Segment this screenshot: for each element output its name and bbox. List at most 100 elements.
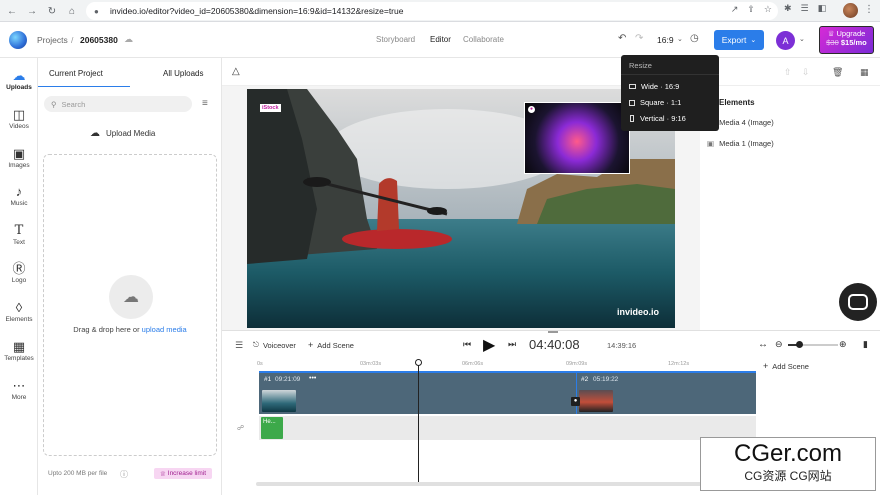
skip-forward-icon[interactable]: ⏭ [508,339,516,350]
drop-zone[interactable]: ☁ Drag & drop here or upload media [43,154,217,456]
plus-icon: + [763,361,769,371]
playhead-handle[interactable] [415,359,422,366]
scene-menu-icon[interactable]: ••• [309,375,316,382]
star-icon[interactable]: ☆ [764,4,772,15]
rail-item-more[interactable]: ⋯ More [0,378,38,401]
redo-icon[interactable]: ↷ [635,33,643,44]
history-icon[interactable]: ◷ [690,33,699,44]
skip-back-icon[interactable]: ⏮ [463,339,471,350]
tab-current-project[interactable]: Current Project [49,69,103,78]
share-icon[interactable]: ⇪ [747,4,755,15]
rail-item-logo[interactable]: Ⓡ Logo [0,261,38,284]
move-up-icon[interactable]: ⇧ [784,67,792,78]
search-icon: ⚲ [51,99,57,109]
upload-media-button[interactable]: ☁ Upload Media [90,128,155,139]
undo-icon[interactable]: ↶ [618,33,626,44]
chat-support-button[interactable] [839,283,877,321]
audio-clip-label: He... [263,419,276,425]
wide-rect-icon [629,84,636,89]
extensions-icon[interactable]: ✱ [784,3,792,14]
abstract-overlay-image[interactable]: ● [524,102,630,174]
rail-item-images[interactable]: ▣ Images [0,146,38,169]
scene-duration: 09:21:09 [275,376,301,383]
elements-icon: ◊ [15,300,23,315]
tab-editor[interactable]: Editor [430,35,451,44]
audio-clip[interactable]: He... [261,417,283,439]
reading-list-icon[interactable]: ☰ [801,3,809,14]
search-input[interactable]: ⚲ Search [44,96,192,112]
rail-item-text[interactable]: T Text [0,223,38,246]
project-id[interactable]: 20605380 [80,35,118,45]
increase-limit-label: Increase limit [167,470,207,477]
voiceover-button[interactable]: ⎋ Voiceover [253,340,296,350]
delete-icon[interactable]: 🗑 [832,67,843,78]
video-canvas[interactable]: iStock ● invideo.io [247,89,675,328]
sidebar-icon[interactable]: ◧ [818,3,827,14]
resize-option-vertical[interactable]: Vertical · 9:16 [629,114,686,123]
breadcrumb-projects[interactable]: Projects [37,35,68,45]
scene-thumbnail [262,390,296,412]
rail-item-templates[interactable]: ▦ Templates [0,339,38,362]
info-icon[interactable]: ⓘ [120,469,128,480]
url-text: invideo.io/editor?video_id=20605380&dime… [110,6,404,16]
transition-icon[interactable]: ● [571,397,580,406]
timeline-toggle-icon[interactable]: ☰ [235,340,243,351]
rail-item-uploads[interactable]: ☁ Uploads [0,68,38,91]
browser-menu-icon[interactable]: ⋮ [864,4,874,15]
profile-avatar[interactable] [843,3,858,18]
upload-media-link[interactable]: upload media [142,325,187,334]
forward-icon[interactable]: → [24,3,40,19]
fit-width-icon[interactable]: ↔ [758,339,768,350]
aspect-ratio-selector[interactable]: 16:9 [657,35,674,45]
back-icon[interactable]: ← [4,3,20,19]
active-tab-underline [38,86,130,87]
zoom-slider-handle[interactable] [796,341,803,348]
resize-handle[interactable] [548,331,558,333]
tab-collaborate[interactable]: Collaborate [463,35,504,44]
cloud-upload-icon: ☁ [90,128,100,139]
resize-option-wide[interactable]: Wide · 16:9 [629,82,679,91]
invideo-watermark: invideo.io [617,307,660,317]
waveform-icon[interactable]: ▮ [863,339,868,350]
resize-option-square[interactable]: Square · 1:1 [629,98,681,107]
element-item[interactable]: ▣ Media 1 (Image) [707,139,774,148]
upgrade-button[interactable]: ♕ Upgrade $30 $15/mo [819,26,874,54]
move-down-icon[interactable]: ⇩ [802,67,810,78]
user-avatar[interactable]: A [776,31,795,50]
watermark-line-1: CGer.com [733,440,843,467]
zoom-out-icon[interactable]: ⊖ [775,339,783,350]
drop-instructions: Drag & drop here or upload media [73,325,187,334]
timeline-controls: ☰ ⎋ Voiceover + Add Scene ⏮ ▶ ⏭ 04:40:08… [222,330,880,358]
rail-item-videos[interactable]: ◫ Videos [0,107,38,130]
link-icon[interactable]: ☍ [237,424,244,432]
search-placeholder: Search [61,99,86,109]
reload-icon[interactable]: ↻ [44,3,60,19]
export-button[interactable]: Export ⌄ [714,30,764,50]
play-icon[interactable]: ▶ [483,335,495,355]
grid-icon[interactable]: ▦ [860,67,869,78]
scene-thumbnail [579,390,613,412]
open-external-icon[interactable]: ↗ [731,4,739,15]
timeline-ruler: 0s 03m:03s 06m:06s 09m:09s 12m:12s [257,361,690,367]
paint-bucket-icon[interactable]: △ [232,66,240,77]
invideo-logo[interactable] [9,31,27,49]
scene-clip-2[interactable]: #2 05:19:22 [577,373,756,414]
add-scene-end-button[interactable]: + Add Scene [763,361,809,371]
text-icon: T [14,223,24,238]
rail-item-elements[interactable]: ◊ Elements [0,300,38,323]
address-bar[interactable]: ● invideo.io/editor?video_id=20605380&di… [86,2,778,20]
zoom-slider[interactable] [788,341,838,348]
crown-icon: ♕ [827,29,835,38]
video-icon: ◫ [12,107,26,122]
current-time: 04:40:08 [529,337,580,352]
tab-all-uploads[interactable]: All Uploads [163,69,203,78]
home-icon[interactable]: ⌂ [64,3,80,19]
increase-limit-button[interactable]: ♕ Increase limit [154,468,212,479]
rail-item-music[interactable]: ♪ Music [0,184,38,207]
zoom-in-icon[interactable]: ⊕ [839,339,847,350]
tab-storyboard[interactable]: Storyboard [376,35,415,44]
add-scene-button[interactable]: + Add Scene [308,340,354,350]
timeline-playhead[interactable] [415,359,422,485]
timeline-scrollbar[interactable] [256,482,756,486]
filter-icon[interactable]: ≡ [202,98,208,109]
